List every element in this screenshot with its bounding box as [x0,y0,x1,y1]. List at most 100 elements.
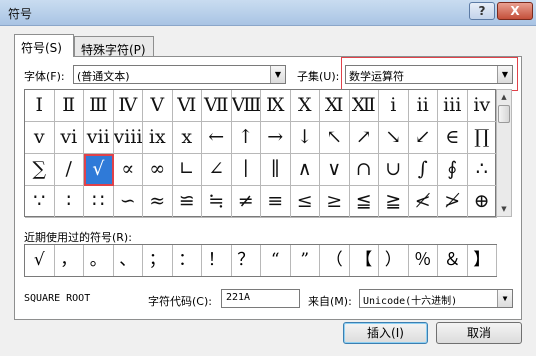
recent-symbol-cell[interactable]: ） [379,245,409,276]
symbol-cell[interactable]: ∽ [113,186,143,218]
scroll-up-icon[interactable]: ▲ [497,90,511,104]
symbol-cell[interactable]: ≈ [143,186,173,218]
recent-symbol-cell[interactable]: ； [143,245,173,276]
symbol-cell[interactable]: ≠ [231,186,261,218]
symbol-cell[interactable]: ← [202,122,232,154]
symbol-cell[interactable]: ∈ [438,122,468,154]
symbol-cell[interactable]: ∮ [438,154,468,186]
encoding-select[interactable]: Unicode(十六进制) ▼ [359,289,513,308]
symbol-cell[interactable]: → [261,122,291,154]
symbol-cell[interactable]: ∶ [54,186,84,218]
symbol-cell[interactable]: ∟ [172,154,202,186]
symbol-cell[interactable]: ↑ [231,122,261,154]
recent-symbol-cell[interactable]: 。 [84,245,114,276]
symbol-cell[interactable]: Ⅲ [84,90,114,122]
symbol-cell[interactable]: ∷ [84,186,114,218]
symbol-cell[interactable]: ≮ [408,186,438,218]
title-bar: 符号 ? X [0,0,536,26]
recent-symbol-cell[interactable]: ， [55,245,84,276]
symbol-cell[interactable]: ⅵ [54,122,84,154]
symbol-cell[interactable]: Ⅰ [25,90,55,122]
font-select-value: (普通文本) [77,70,130,83]
symbol-cell[interactable]: ↓ [290,122,320,154]
symbol-cell[interactable]: ≯ [438,186,468,218]
symbol-cell[interactable]: ⊕ [467,186,497,218]
symbol-cell[interactable]: ∵ [25,186,55,218]
symbol-cell[interactable]: ≦ [349,186,379,218]
symbol-cell[interactable]: ∏ [467,122,497,154]
symbol-cell[interactable]: Ⅸ [261,90,291,122]
symbol-cell[interactable]: ⅴ [25,122,55,154]
symbol-cell[interactable]: ≒ [202,186,232,218]
symbol-cell[interactable]: ∞ [143,154,173,186]
symbol-cell[interactable]: ⅱ [408,90,438,122]
chevron-down-icon[interactable]: ▼ [270,66,285,83]
symbol-cell[interactable]: ≥ [320,186,350,218]
symbol-cell[interactable]: ⅳ [467,90,497,122]
symbol-cell[interactable]: ⅰ [379,90,409,122]
font-select[interactable]: (普通文本) ▼ [73,65,286,84]
symbol-cell[interactable]: ∩ [349,154,379,186]
symbol-cell-selected[interactable]: √ [84,154,114,186]
symbol-cell[interactable]: ∣ [231,154,261,186]
recent-symbol-cell[interactable]: ％ [409,245,438,276]
recent-symbol-cell[interactable]: “ [261,245,291,276]
scrollbar-thumb[interactable] [498,105,510,123]
symbol-cell[interactable]: ≡ [261,186,291,218]
recent-symbol-cell[interactable]: ＆ [438,245,468,276]
symbol-cell[interactable]: ⅷ [113,122,143,154]
recent-symbol-cell[interactable]: 、 [114,245,143,276]
chevron-down-icon[interactable]: ▼ [497,290,512,307]
symbol-cell[interactable]: Ⅷ [231,90,261,122]
symbol-cell[interactable]: ≤ [290,186,320,218]
char-code-input[interactable]: 221A [221,289,300,308]
tab-special-characters[interactable]: 特殊字符(P) [74,36,154,57]
symbol-cell[interactable]: ≧ [379,186,409,218]
symbol-cell[interactable]: ∝ [113,154,143,186]
symbol-cell[interactable]: ⅶ [84,122,114,154]
help-button[interactable]: ? [469,2,495,20]
scroll-down-icon[interactable]: ▼ [497,202,511,216]
symbol-cell[interactable]: Ⅳ [113,90,143,122]
symbol-cell[interactable]: ∥ [261,154,291,186]
chevron-down-icon[interactable]: ▼ [497,66,512,83]
close-button[interactable]: X [497,2,533,20]
subset-select[interactable]: 数学运算符 ▼ [345,65,513,84]
recent-symbols-row: √，。、；：！？ “” （【）％＆】 [24,244,497,277]
symbol-cell[interactable]: ≌ [172,186,202,218]
symbol-grid-scrollbar[interactable]: ▲ ▼ [496,89,512,217]
tab-symbols[interactable]: 符号(S) [14,34,74,57]
recent-symbol-cell[interactable]: 【 [350,245,379,276]
symbol-cell[interactable]: Ⅱ [54,90,84,122]
symbol-cell[interactable]: ∨ [320,154,350,186]
symbol-cell[interactable]: ↗ [349,122,379,154]
symbol-cell[interactable]: ∫ [408,154,438,186]
insert-button[interactable]: 插入(I) [343,322,428,344]
symbol-cell[interactable]: ⅹ [172,122,202,154]
symbol-cell[interactable]: ↖ [320,122,350,154]
symbol-cell[interactable]: ↙ [408,122,438,154]
symbol-cell[interactable]: ∠ [202,154,232,186]
recent-symbol-cell[interactable]: √ [25,245,55,276]
recent-symbol-cell[interactable]: ！ [202,245,232,276]
symbol-cell[interactable]: Ⅴ [143,90,173,122]
symbol-cell[interactable]: ∪ [379,154,409,186]
symbol-cell[interactable]: ∑ [25,154,55,186]
symbol-cell[interactable]: Ⅵ [172,90,202,122]
recent-symbol-cell[interactable]: ？ [232,245,261,276]
recent-symbol-cell[interactable]: （ [320,245,350,276]
recent-symbol-cell[interactable]: 】 [468,245,497,276]
symbol-cell[interactable]: Ⅺ [320,90,350,122]
recent-symbol-cell[interactable]: ” [291,245,320,276]
cancel-button[interactable]: 取消 [436,322,522,344]
symbol-cell[interactable]: ∴ [467,154,497,186]
symbol-cell[interactable]: Ⅶ [202,90,232,122]
symbol-cell[interactable]: ∧ [290,154,320,186]
symbol-cell[interactable]: ⅲ [438,90,468,122]
symbol-cell[interactable]: ∕ [54,154,84,186]
symbol-cell[interactable]: ↘ [379,122,409,154]
symbol-cell[interactable]: ⅸ [143,122,173,154]
recent-symbol-cell[interactable]: ： [173,245,202,276]
symbol-cell[interactable]: Ⅻ [349,90,379,122]
symbol-cell[interactable]: Ⅹ [290,90,320,122]
